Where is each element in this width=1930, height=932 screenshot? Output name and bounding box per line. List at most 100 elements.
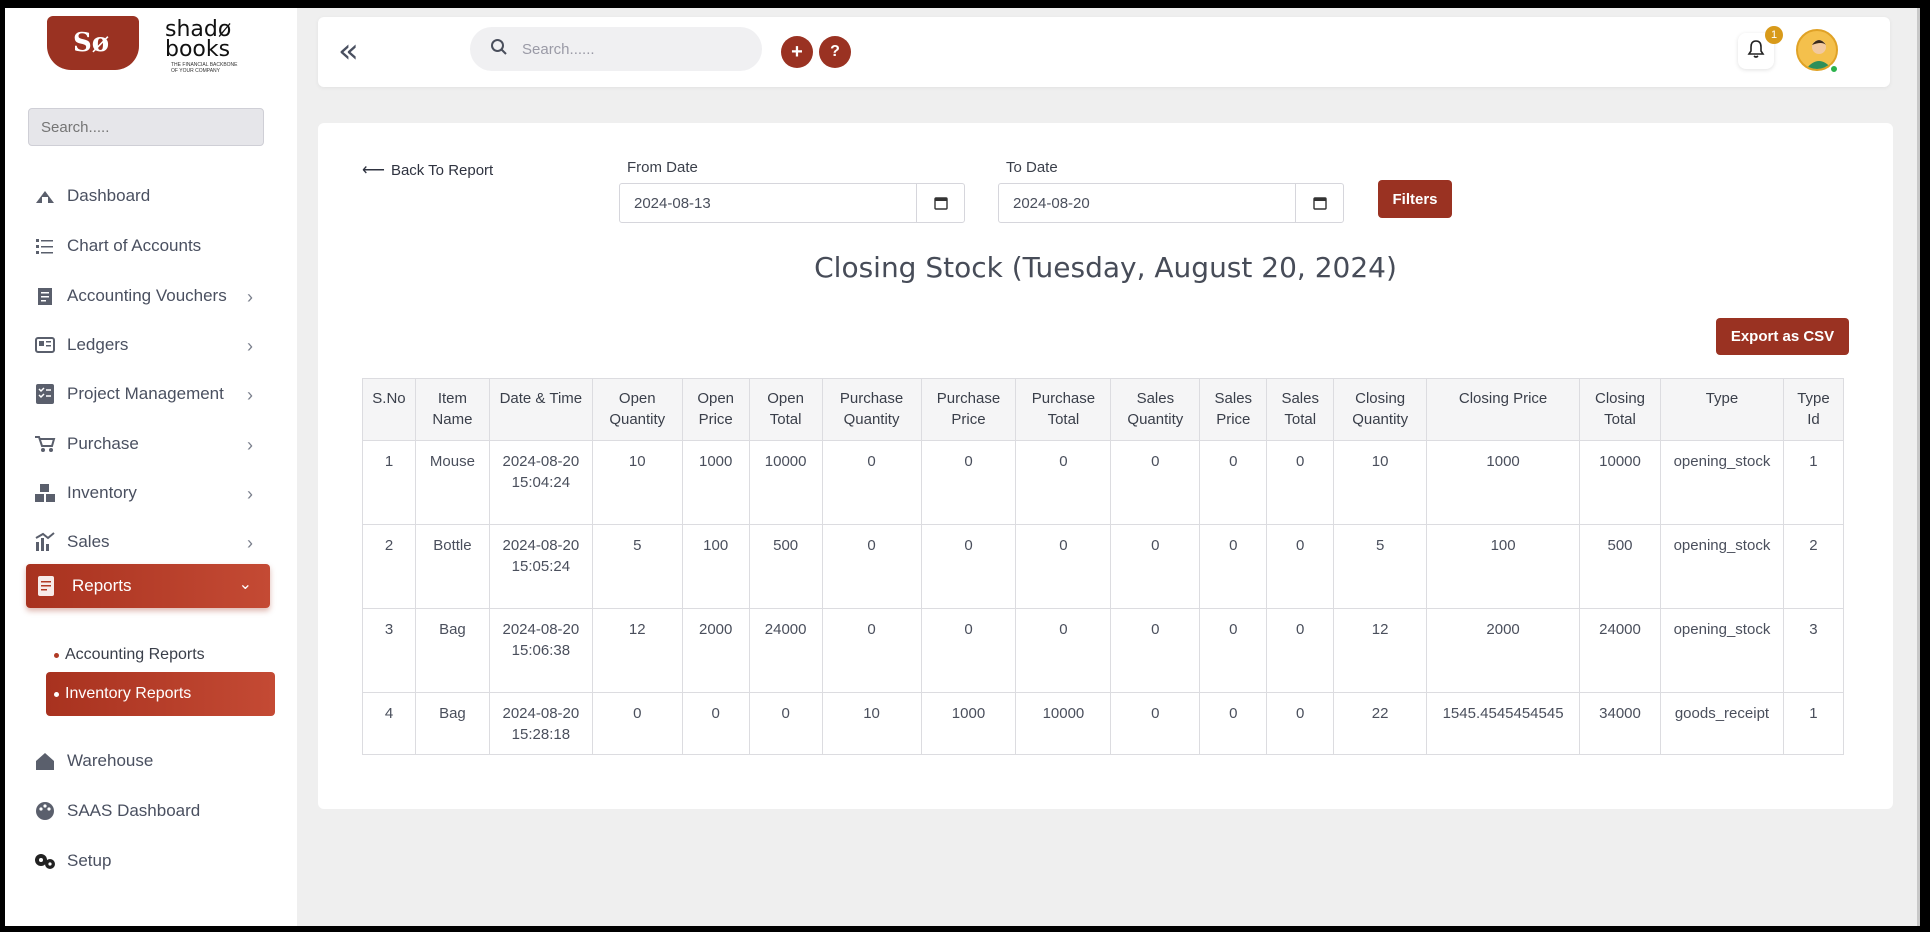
chevron-right-icon: › bbox=[247, 533, 253, 553]
table-cell: 2024-08-20 15:04:24 bbox=[488, 440, 593, 525]
sidebar-item-label: Accounting Vouchers bbox=[67, 286, 227, 305]
search-placeholder: Search...... bbox=[522, 40, 595, 58]
export-csv-button[interactable]: Export as CSV bbox=[1716, 318, 1849, 355]
table-cell: 5 bbox=[591, 524, 683, 609]
table-cell: 0 bbox=[1110, 692, 1201, 755]
table-cell: 3 bbox=[362, 608, 416, 693]
help-button[interactable]: ? bbox=[819, 36, 851, 68]
table-row: 4 Bag 2024-08-20 15:28:18 0 0 0 10 1000 … bbox=[362, 692, 1845, 755]
sidebar-item-setup[interactable]: Setup bbox=[33, 846, 269, 876]
table-cell: 1000 bbox=[920, 692, 1017, 755]
sidebar-item-dashboard[interactable]: Dashboard bbox=[33, 181, 269, 211]
calendar-icon[interactable] bbox=[916, 184, 964, 222]
column-header: Closing Total bbox=[1579, 378, 1661, 441]
table-cell: 1000 bbox=[1426, 440, 1581, 525]
table-cell: 34000 bbox=[1579, 692, 1661, 755]
table-cell: 4 bbox=[362, 692, 416, 755]
sidebar-item-purchase[interactable]: Purchase › bbox=[33, 429, 269, 459]
table-cell: 2 bbox=[1782, 524, 1845, 609]
top-search-input[interactable]: Search...... bbox=[470, 27, 762, 71]
table-cell: Mouse bbox=[414, 440, 490, 525]
add-button[interactable]: + bbox=[781, 36, 813, 68]
table-cell: 3 bbox=[1782, 608, 1845, 693]
column-header: Date & Time bbox=[488, 378, 593, 441]
logo-text: shadø books bbox=[165, 17, 232, 62]
report-card: ⟵ Back To Report From Date 2024-08-13 To… bbox=[318, 123, 1893, 809]
table-cell: 24000 bbox=[1579, 608, 1661, 693]
table-cell: 10000 bbox=[748, 440, 823, 525]
sidebar-item-label: Setup bbox=[67, 851, 112, 870]
table-cell: 10 bbox=[591, 440, 683, 525]
sidebar-search-input[interactable] bbox=[28, 108, 264, 146]
column-header: Purchase Price bbox=[920, 378, 1017, 441]
table-cell: 0 bbox=[1199, 692, 1268, 755]
table-cell: 0 bbox=[1110, 608, 1201, 693]
gears-icon bbox=[33, 851, 57, 871]
chevron-right-icon: › bbox=[247, 336, 253, 356]
chevron-right-icon: › bbox=[247, 435, 253, 455]
sidebar-item-label: Warehouse bbox=[67, 751, 154, 770]
scrollbar[interactable] bbox=[1917, 8, 1920, 926]
table-cell: 0 bbox=[1015, 440, 1112, 525]
to-date-value: 2024-08-20 bbox=[1013, 194, 1090, 212]
sidebar-item-inventory[interactable]: Inventory › bbox=[33, 478, 269, 508]
voucher-icon bbox=[33, 286, 57, 306]
sidebar-item-accounting-vouchers[interactable]: Accounting Vouchers › bbox=[33, 281, 269, 311]
table-cell: 0 bbox=[1199, 524, 1268, 609]
column-header: Item Name bbox=[414, 378, 490, 441]
column-header: S.No bbox=[362, 378, 416, 441]
column-header: Purchase Total bbox=[1015, 378, 1112, 441]
table-cell: 10 bbox=[1333, 440, 1428, 525]
report-icon bbox=[34, 576, 58, 596]
to-date-input[interactable]: 2024-08-20 bbox=[998, 183, 1344, 223]
table-cell: opening_stock bbox=[1659, 608, 1784, 693]
table-cell: 0 bbox=[920, 440, 1017, 525]
table-cell: 0 bbox=[591, 692, 683, 755]
table-cell: 2000 bbox=[1426, 608, 1581, 693]
table-cell: 0 bbox=[1199, 608, 1268, 693]
from-date-value: 2024-08-13 bbox=[634, 194, 711, 212]
collapse-sidebar-icon[interactable]: « bbox=[338, 34, 359, 68]
column-header: Closing Price bbox=[1426, 378, 1581, 441]
sales-chart-icon bbox=[33, 532, 57, 552]
sidebar-item-sales[interactable]: Sales › bbox=[33, 527, 269, 557]
sidebar-item-label: Chart of Accounts bbox=[67, 236, 202, 255]
sidebar-item-ledgers[interactable]: Ledgers › bbox=[33, 330, 269, 360]
table-cell: 1000 bbox=[681, 440, 750, 525]
sidebar-item-label: Purchase bbox=[67, 434, 139, 453]
back-label: Back To Report bbox=[390, 161, 494, 179]
column-header: Open Quantity bbox=[591, 378, 683, 441]
sub-item-label: Inventory Reports bbox=[65, 685, 192, 702]
table-cell: 0 bbox=[681, 692, 750, 755]
table-row: 1 Mouse 2024-08-20 15:04:24 10 1000 1000… bbox=[362, 440, 1845, 525]
sidebar-item-reports[interactable]: Reports ⌄ bbox=[26, 564, 270, 608]
back-to-report-link[interactable]: ⟵ Back To Report bbox=[362, 160, 493, 180]
brand-logo[interactable]: Sø shadø books THE FINANCIAL BACKBONE OF… bbox=[47, 16, 238, 74]
table-cell: 0 bbox=[920, 524, 1017, 609]
report-title: Closing Stock (Tuesday, August 20, 2024) bbox=[814, 251, 1397, 284]
dashboard-icon bbox=[33, 186, 57, 206]
sidebar-sub-accounting-reports[interactable]: Accounting Reports bbox=[54, 646, 205, 664]
column-header: Type Id bbox=[1782, 378, 1845, 441]
table-cell: 0 bbox=[821, 440, 922, 525]
column-header: Sales Total bbox=[1266, 378, 1335, 441]
from-date-input[interactable]: 2024-08-13 bbox=[619, 183, 965, 223]
palette-icon bbox=[33, 801, 57, 821]
sidebar-item-warehouse[interactable]: Warehouse bbox=[33, 746, 269, 776]
sidebar-item-chart-of-accounts[interactable]: Chart of Accounts bbox=[33, 231, 269, 261]
table-cell: 500 bbox=[1579, 524, 1661, 609]
table-cell: 0 bbox=[821, 524, 922, 609]
calendar-icon[interactable] bbox=[1295, 184, 1343, 222]
chevron-right-icon: › bbox=[247, 287, 253, 307]
sidebar-item-saas-dashboard[interactable]: SAAS Dashboard bbox=[33, 796, 269, 826]
filters-button[interactable]: Filters bbox=[1378, 180, 1452, 218]
search-icon bbox=[490, 38, 508, 61]
sidebar-sub-inventory-reports[interactable]: Inventory Reports bbox=[46, 672, 275, 716]
bullet-icon bbox=[54, 691, 59, 697]
table-cell: 12 bbox=[1333, 608, 1428, 693]
column-header: Type bbox=[1659, 378, 1784, 441]
sidebar-item-project-management[interactable]: Project Management › bbox=[33, 379, 269, 409]
logo-mark: Sø bbox=[47, 16, 139, 70]
sidebar-item-label: Project Management bbox=[67, 384, 224, 403]
table-cell: 1545.4545454545 bbox=[1426, 692, 1581, 755]
